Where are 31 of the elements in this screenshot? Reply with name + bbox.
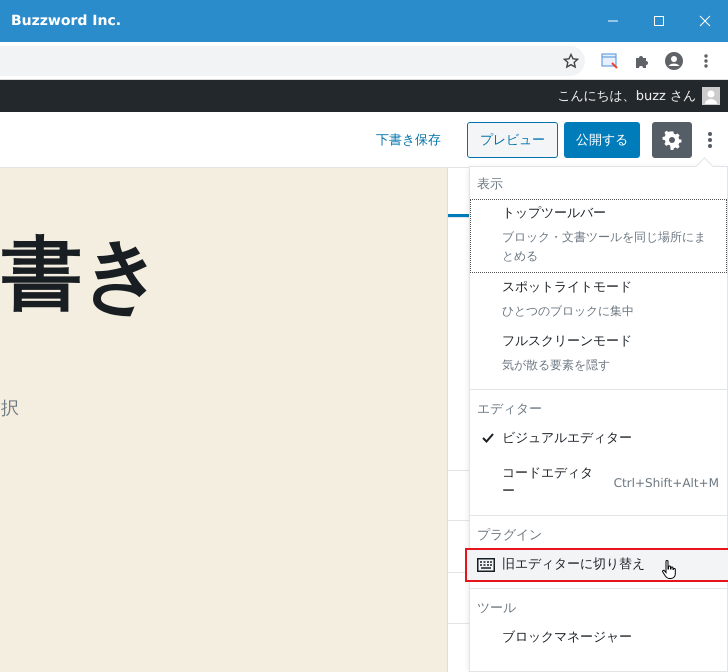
menu-item[interactable]: 旧エディターに切り替え (467, 550, 728, 580)
shortcut-text: Ctrl+Shift+Alt+M (612, 476, 719, 490)
settings-icon (662, 130, 682, 150)
publish-button[interactable]: 公開する (564, 122, 640, 158)
menu-group-heading: 表示 (476, 176, 504, 194)
menu-group-heading: ツール (476, 600, 517, 618)
settings-button[interactable] (652, 122, 692, 158)
menu-icon[interactable] (704, 52, 708, 68)
block-hint-text: 択 (1, 397, 19, 420)
close-icon (699, 15, 711, 27)
menu-item[interactable]: トップツールバー ブロック・文書ツールを同じ場所にまとめる (470, 199, 727, 273)
bookmark-star-icon[interactable] (563, 52, 579, 68)
menu-item[interactable]: スポットライトモード ひとつのブロックに集中 (470, 272, 727, 327)
keyboard-icon (477, 558, 495, 572)
menu-group-heading: プラグイン (476, 526, 543, 545)
extension-window-icon[interactable] (601, 52, 619, 70)
window-title: Buzzword Inc. (10, 13, 122, 29)
maximize-icon (653, 15, 665, 27)
hand-cursor-icon (662, 560, 676, 580)
menu-item[interactable]: ビジュアルエディター (470, 424, 727, 454)
menu-group-heading: エディター (476, 401, 543, 420)
save-draft-button[interactable]: 下書き保存 (372, 126, 445, 152)
menu-item[interactable]: コードエディター Ctrl+Shift+Alt+M (470, 454, 727, 507)
more-options-icon (708, 130, 712, 148)
preview-button[interactable]: プレビュー (467, 122, 558, 158)
checkmark-icon (482, 433, 494, 444)
menu-item[interactable]: フルスクリーンモード 気が散る要素を隠す (470, 326, 727, 382)
profile-icon[interactable] (664, 50, 684, 70)
greeting-text[interactable]: こんにちは、buzz さん (558, 87, 696, 105)
menu-item[interactable]: ブロックマネージャー (470, 623, 727, 654)
post-title[interactable]: 書き (2, 230, 164, 318)
